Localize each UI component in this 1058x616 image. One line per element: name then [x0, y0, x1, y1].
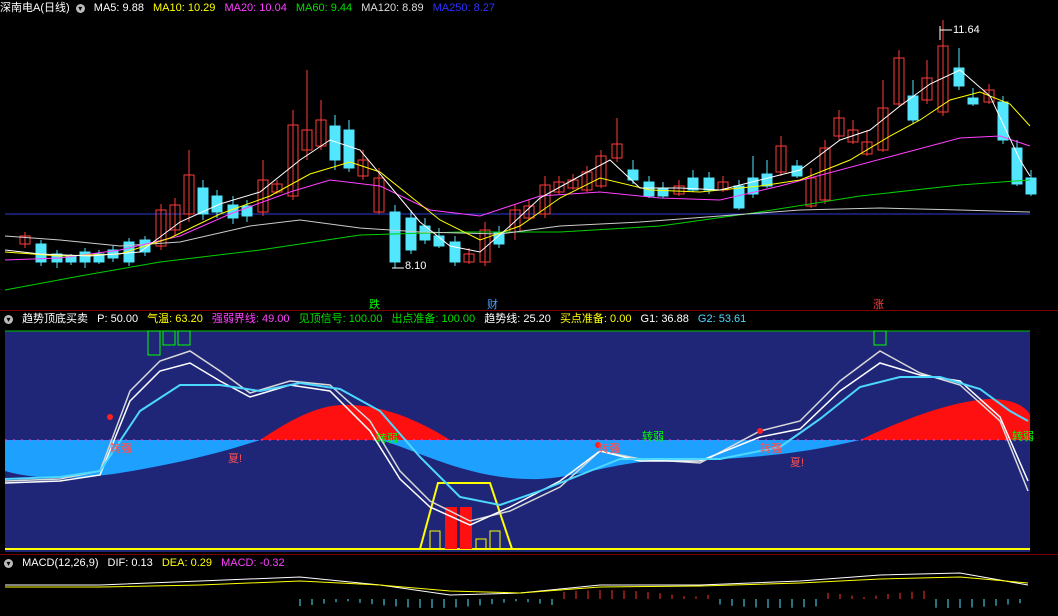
trend-panel-header: ▾ 趋势顶底买卖 P: 50.00 气温: 63.20 强弱界线: 49.00 … — [0, 311, 1058, 327]
ma60-line — [4, 179, 1031, 291]
ma250-label: MA250: 8.27 — [432, 2, 496, 14]
temp-label: 气温: 63.20 — [147, 313, 203, 325]
chevron-down-icon[interactable]: ▾ — [75, 3, 85, 13]
candlestick-chart[interactable] — [0, 0, 1058, 310]
ma20-label: MA20: 10.04 — [224, 2, 287, 14]
turn-weak-label-1: 转弱 — [376, 433, 398, 445]
turn-strong-label-3: 转强 — [760, 443, 782, 455]
exit-prep-label: 出点准备: 100.00 — [391, 313, 476, 325]
boundary-label: 强弱界线: 49.00 — [211, 313, 290, 325]
candle-body — [967, 97, 979, 105]
turn-strong-label-2: 转强 — [598, 443, 620, 455]
candle-body — [79, 251, 91, 263]
turn-strong-label-1: 转强 — [110, 443, 132, 455]
trendline-label: 趋势线: 25.20 — [484, 313, 551, 325]
dea-line — [5, 576, 1029, 594]
event-marker-die[interactable]: 跌 — [369, 296, 380, 310]
ma60-label: MA60: 9.44 — [295, 2, 353, 14]
macd-value-label: MACD: -0.32 — [221, 557, 285, 569]
candle-body — [997, 101, 1009, 141]
candle-body — [733, 185, 745, 209]
g1-label: G1: 36.88 — [640, 313, 689, 325]
candle-body — [449, 241, 461, 263]
macd-title[interactable]: MACD(12,26,9) — [22, 557, 98, 569]
dif-label: DIF: 0.13 — [107, 557, 153, 569]
turn-weak-label-2: 转弱 — [642, 431, 664, 443]
ma10-label: MA10: 10.29 — [153, 2, 216, 14]
macd-panel-header: ▾ MACD(12,26,9) DIF: 0.13 DEA: 0.29 MACD… — [0, 555, 1058, 571]
price-panel: 深南电A(日线) ▾ MA5: 9.88 MA10: 10.29 MA20: 1… — [0, 0, 1058, 310]
chevron-down-icon[interactable]: ▾ — [4, 314, 13, 324]
price-panel-header: 深南电A(日线) ▾ MA5: 9.88 MA10: 10.29 MA20: 1… — [0, 0, 1058, 16]
high-price-label: 11.64 — [953, 24, 980, 36]
p-label: P: 50.00 — [97, 313, 139, 325]
low-price-label: 8.10 — [405, 260, 427, 272]
trend-panel: ▾ 趋势顶底买卖 P: 50.00 气温: 63.20 强弱界线: 49.00 … — [0, 311, 1058, 554]
turn-weak-label-3: 转弱 — [1012, 431, 1034, 443]
candle-body — [389, 211, 401, 263]
candle-body — [657, 187, 669, 197]
summer-label-1: 夏! — [228, 453, 243, 465]
turn-strong-dot — [757, 428, 763, 434]
buy-signal-bar — [460, 507, 472, 549]
chevron-down-icon[interactable]: ▾ — [4, 558, 13, 568]
turn-strong-dot — [107, 414, 113, 420]
buy-prep-label: 买点准备: 0.00 — [559, 313, 632, 325]
trend-chart[interactable] — [0, 311, 1058, 554]
macd-panel: ▾ MACD(12,26,9) DIF: 0.13 DEA: 0.29 MACD… — [0, 555, 1058, 616]
top-signal-label: 见顶信号: 100.00 — [298, 313, 383, 325]
ma5-label: MA5: 9.88 — [93, 2, 144, 14]
dea-label: DEA: 0.29 — [161, 557, 212, 569]
candle-body — [703, 177, 715, 191]
event-marker-cai[interactable]: 财 — [487, 296, 498, 310]
ma120-label: MA120: 8.89 — [361, 2, 424, 14]
g2-label: G2: 53.61 — [697, 313, 747, 325]
ma5-line — [4, 69, 1031, 257]
event-marker-zhang[interactable]: 涨 — [873, 296, 884, 310]
dif-line — [5, 572, 1029, 596]
trend-title[interactable]: 趋势顶底买卖 — [22, 313, 88, 325]
summer-label-2: 夏! — [790, 457, 805, 469]
stock-title[interactable]: 深南电A(日线) — [0, 2, 70, 14]
